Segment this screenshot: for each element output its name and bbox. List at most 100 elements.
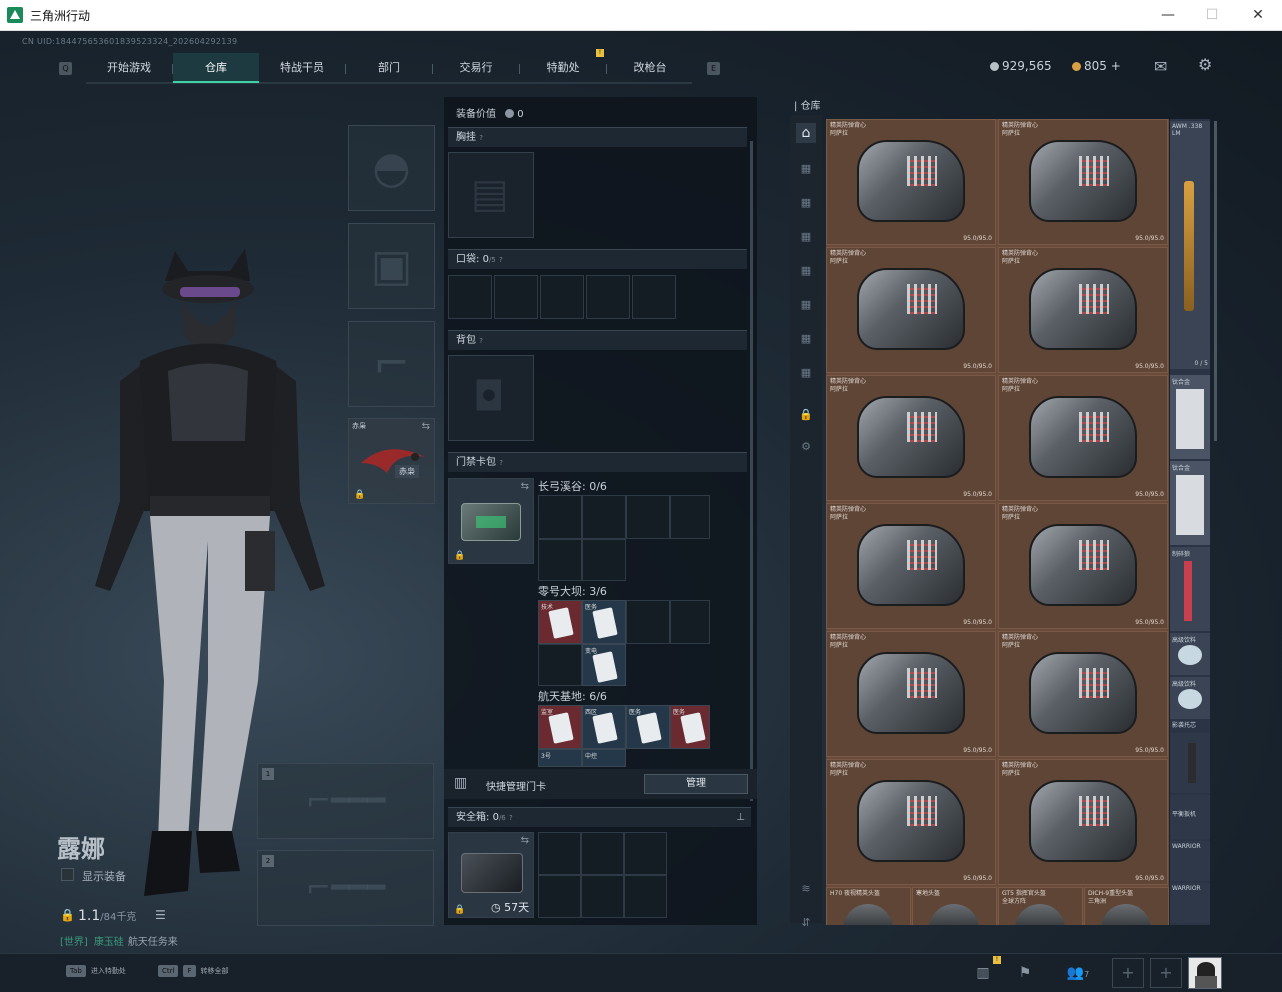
storage-item[interactable] [1170, 733, 1210, 793]
help-icon[interactable]: ? [479, 134, 483, 142]
storage-item-vest[interactable]: 精英防弹背心 阿萨拉 95.0/95.0 [826, 503, 996, 629]
storage-item-helmet[interactable]: 寒地头盔 [912, 887, 997, 925]
pistol-slot[interactable]: ⌐ [348, 321, 435, 407]
enter-special-ops-hint[interactable]: Tab 进入特勤处 [66, 965, 126, 977]
keycard-item[interactable]: 医务 [626, 705, 670, 749]
keycard-slot[interactable] [538, 539, 582, 581]
tab-department[interactable]: 部门 [346, 53, 432, 83]
pocket-slot[interactable] [586, 275, 630, 319]
keycard-case-slot[interactable]: ⇆ 🔒 [448, 478, 534, 564]
storage-tab-icon[interactable]: ▦ [796, 159, 816, 179]
storage-tab-icon[interactable]: ▦ [796, 261, 816, 281]
storage-item-vest[interactable]: 精英防弹背心 阿萨拉 95.0/95.0 [998, 503, 1168, 629]
storage-item-vest[interactable]: 精英防弹背心 阿萨拉 95.0/95.0 [826, 375, 996, 501]
backpack-slot[interactable]: ◘ [448, 355, 534, 441]
storage-item[interactable]: 高级饮料 影袭托芯 [1170, 677, 1210, 729]
storage-item-helmet[interactable]: H70 夜视精英头盔 [826, 887, 911, 925]
storage-item-vest[interactable]: 精英防弹背心 阿萨拉 95.0/95.0 [826, 759, 996, 885]
storage-item-vest[interactable]: 精英防弹背心 阿萨拉 95.0/95.0 [998, 119, 1168, 245]
keycard-item[interactable]: 监室 [538, 705, 582, 749]
show-equipment-checkbox[interactable] [61, 868, 74, 881]
safe-box-slot[interactable]: ⇆ 🔒 ◷ 57天 [448, 832, 534, 918]
storage-item-vest[interactable]: 精英防弹背心 阿萨拉 95.0/95.0 [826, 119, 996, 245]
add-party-slot[interactable]: + [1112, 958, 1144, 988]
keycard-slot[interactable] [538, 495, 582, 539]
tab-operators[interactable]: 特战干员 [259, 53, 345, 83]
settings-gear-icon[interactable]: ⚙ [796, 437, 816, 457]
tab-warehouse[interactable]: 仓库 [173, 53, 259, 83]
equipment-scrollbar[interactable] [750, 141, 753, 801]
keycard-slot[interactable] [538, 644, 582, 686]
keycard-slot[interactable] [582, 495, 626, 539]
help-icon[interactable]: ? [479, 337, 483, 345]
nav-next-key[interactable]: E [707, 62, 720, 75]
settings-gear-icon[interactable]: ⚙ [1198, 55, 1212, 74]
help-icon[interactable]: ? [499, 459, 503, 467]
tab-start-game[interactable]: 开始游戏 [86, 53, 172, 83]
layers-icon[interactable]: ≋ [796, 879, 816, 899]
lock-icon[interactable]: 🔒 [796, 405, 816, 425]
swap-icon[interactable]: ⇆ [422, 421, 430, 432]
help-icon[interactable]: ? [499, 256, 503, 264]
mail-icon[interactable]: ✉ [1154, 57, 1167, 76]
pocket-slot[interactable] [632, 275, 676, 319]
safe-slot[interactable] [581, 875, 624, 918]
storage-item[interactable]: AWM .338 LM 0 / 5 [1170, 121, 1210, 369]
player-avatar[interactable] [1188, 957, 1222, 989]
manage-button[interactable]: 管理 [644, 774, 748, 794]
storage-scrollbar[interactable] [1214, 121, 1217, 441]
tab-gunsmith[interactable]: 改枪台 [607, 53, 693, 83]
add-party-slot[interactable]: + [1150, 958, 1182, 988]
storage-item-helmet[interactable]: GT5 指挥官头盔 全球方阵 [998, 887, 1083, 925]
storage-item[interactable]: 钛合金 [1170, 461, 1210, 545]
keycard-item[interactable]: 医务 [670, 705, 710, 749]
pocket-slot[interactable] [448, 275, 492, 319]
tab-special-ops[interactable]: 特勤处 [520, 53, 606, 83]
help-icon[interactable]: ? [509, 814, 513, 822]
nav-prev-key[interactable]: Q [59, 62, 72, 75]
keycard-slot[interactable] [582, 539, 626, 581]
keycard-item[interactable]: 中控 [582, 749, 626, 767]
primary-weapon-slot[interactable]: 1 ⌐━━━ [257, 763, 434, 839]
chest-rig-slot[interactable]: ▤ [448, 152, 534, 238]
keycard-item[interactable]: 西区 [582, 705, 626, 749]
keycard-item[interactable]: 变电 [582, 644, 626, 686]
safe-slot[interactable] [538, 875, 581, 918]
storage-tab-icon[interactable]: ▦ [796, 329, 816, 349]
storage-home-icon[interactable]: ⌂ [796, 123, 816, 143]
safe-slot[interactable] [538, 832, 581, 875]
keycard-slot[interactable] [626, 495, 670, 539]
secondary-weapon-slot[interactable]: 2 ⌐━━━ [257, 850, 434, 926]
storage-item-vest[interactable]: 精英防弹背心 阿萨拉 95.0/95.0 [998, 759, 1168, 885]
storage-item-helmet[interactable]: DICH-9重型头盔 三角洲 [1084, 887, 1169, 925]
swap-icon[interactable]: ⇆ [521, 835, 529, 846]
melee-slot[interactable]: 赤枭 ⇆ 赤枭 🔒 [348, 418, 435, 504]
pocket-slot[interactable] [540, 275, 584, 319]
friends-button[interactable]: 👥7 [1060, 958, 1096, 988]
storage-item[interactable]: 平衡扳机 [1170, 795, 1210, 839]
storage-tab-icon[interactable]: ▦ [796, 193, 816, 213]
list-icon[interactable]: ☰ [155, 908, 166, 922]
sort-icon[interactable]: ⇵ [796, 913, 816, 933]
swap-icon[interactable]: ⇆ [521, 481, 529, 492]
storage-tab-icon[interactable]: ▦ [796, 227, 816, 247]
storage-item-vest[interactable]: 精英防弹背心 阿萨拉 95.0/95.0 [998, 247, 1168, 373]
storage-tab-icon[interactable]: ▦ [796, 295, 816, 315]
safe-slot[interactable] [581, 832, 624, 875]
close-button[interactable]: ✕ [1243, 4, 1273, 26]
add-currency-button[interactable]: + [1111, 59, 1121, 73]
keycard-item[interactable]: 医务 [582, 600, 626, 644]
tab-market[interactable]: 交易行 [433, 53, 519, 83]
safe-slot[interactable] [624, 875, 667, 918]
pin-icon[interactable]: ⊥ [736, 808, 745, 827]
keycard-slot[interactable] [626, 600, 670, 644]
keycard-item[interactable]: 3号 [538, 749, 582, 767]
storage-item-vest[interactable]: 精英防弹背心 阿萨拉 95.0/95.0 [826, 247, 996, 373]
minimize-button[interactable]: — [1153, 4, 1183, 26]
maximize-button[interactable]: ☐ [1197, 4, 1227, 26]
storage-item[interactable]: 钛合金 [1170, 375, 1210, 459]
transfer-all-hint[interactable]: Ctrl F 转移全部 [158, 965, 229, 977]
storage-item[interactable]: WARRIOR [1170, 883, 1210, 923]
storage-item[interactable]: 高级饮料 [1170, 633, 1210, 675]
pocket-slot[interactable] [494, 275, 538, 319]
